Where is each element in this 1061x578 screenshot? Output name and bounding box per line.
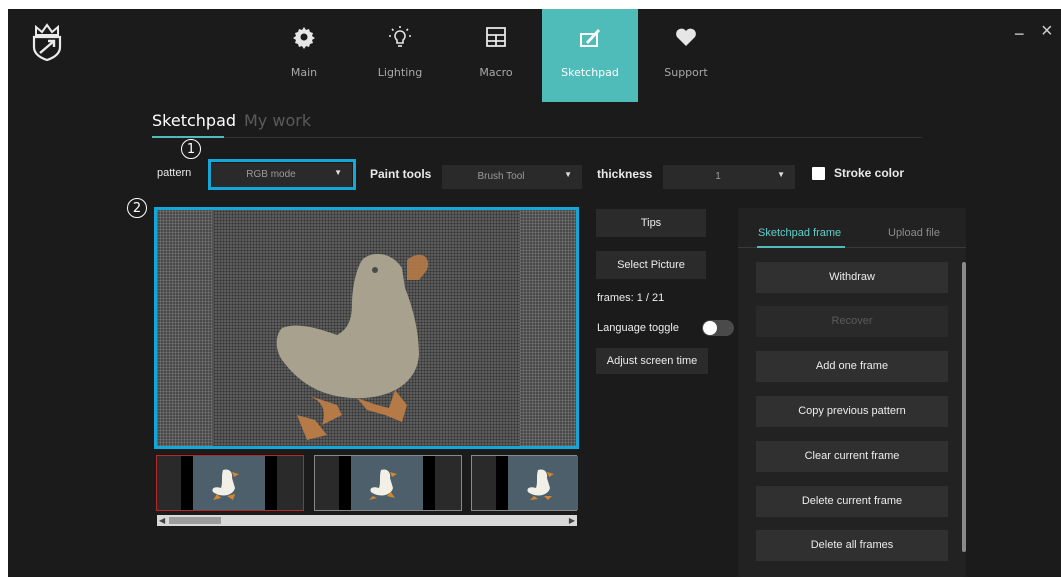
chevron-down-icon: ▼	[334, 168, 342, 177]
lightbulb-icon	[389, 26, 411, 47]
recover-button[interactable]: Recover	[756, 306, 948, 337]
thumbnail-scrollbar[interactable]: ◀ ▶	[157, 515, 577, 526]
stroke-color-label: Stroke color	[834, 166, 905, 180]
tab-my-work[interactable]: My work	[244, 111, 311, 130]
nav-lighting[interactable]: Lighting	[352, 9, 448, 102]
scroll-right-icon[interactable]: ▶	[569, 515, 575, 526]
scroll-left-icon[interactable]: ◀	[159, 515, 165, 526]
nav-support[interactable]: Support	[638, 9, 734, 102]
close-button[interactable]: ×	[1041, 21, 1055, 41]
nav-lighting-label: Lighting	[377, 66, 423, 79]
adjust-screen-time-button[interactable]: Adjust screen time	[596, 348, 708, 374]
nav-sketchpad[interactable]: Sketchpad	[542, 9, 638, 102]
withdraw-button[interactable]: Withdraw	[756, 262, 948, 293]
heart-icon	[676, 28, 696, 46]
tab-upload-file[interactable]: Upload file	[888, 227, 940, 239]
grid-icon	[486, 27, 506, 47]
scrollbar-thumb[interactable]	[169, 517, 221, 524]
tab-sketchpad-frame[interactable]: Sketchpad frame	[758, 227, 841, 239]
pattern-select-value: RGB mode	[246, 169, 296, 180]
nav-main[interactable]: Main	[256, 9, 352, 102]
language-toggle-label: Language toggle	[597, 322, 679, 334]
pattern-select[interactable]: RGB mode ▼	[212, 163, 352, 187]
pattern-label: pattern	[157, 167, 192, 179]
toggle-knob	[703, 321, 717, 335]
nav-sketchpad-label: Sketchpad	[561, 66, 619, 79]
sketch-icon	[580, 29, 600, 47]
gear-icon	[293, 27, 315, 49]
annotation-marker-2: 2	[127, 198, 147, 218]
sketch-canvas[interactable]	[154, 207, 579, 449]
stroke-color-checkbox[interactable]	[812, 167, 825, 180]
paint-tools-label: Paint tools	[370, 167, 432, 181]
nav-support-label: Support	[664, 66, 708, 79]
frame-thumbnail-2[interactable]	[314, 455, 462, 511]
brand-logo-icon	[32, 23, 62, 61]
language-toggle-switch[interactable]	[702, 320, 734, 336]
tips-button[interactable]: Tips	[596, 209, 706, 237]
tab-sketchpad[interactable]: Sketchpad	[152, 111, 236, 130]
subtab-active-underline	[152, 136, 224, 138]
frame-panel: Sketchpad frame Upload file Withdraw Rec…	[738, 208, 966, 577]
chevron-down-icon: ▼	[777, 170, 785, 179]
add-one-frame-button[interactable]: Add one frame	[756, 351, 948, 382]
delete-current-frame-button[interactable]: Delete current frame	[756, 486, 948, 517]
nav-macro[interactable]: Macro	[448, 9, 544, 102]
frames-counter: frames: 1 / 21	[597, 292, 665, 304]
annotation-marker-1: 1	[181, 139, 201, 159]
thickness-value: 1	[715, 171, 721, 182]
clear-current-frame-button[interactable]: Clear current frame	[756, 441, 948, 472]
paint-tools-value: Brush Tool	[477, 171, 525, 182]
panel-tab-underline	[757, 246, 845, 248]
delete-all-frames-button[interactable]: Delete all frames	[756, 530, 948, 561]
copy-previous-pattern-button[interactable]: Copy previous pattern	[756, 396, 948, 427]
chevron-down-icon: ▼	[564, 170, 572, 179]
thickness-select[interactable]: 1 ▼	[663, 165, 795, 189]
app-window: Main Lighting Macro Sketchpad Support − …	[8, 9, 1061, 577]
duck-drawing	[276, 253, 429, 440]
frame-thumbnail-3[interactable]	[471, 455, 578, 511]
minimize-button[interactable]: −	[1014, 25, 1026, 43]
nav-macro-label: Macro	[479, 66, 513, 79]
thickness-label: thickness	[597, 167, 653, 181]
frame-thumbnail-1[interactable]	[156, 455, 304, 511]
panel-scrollbar[interactable]	[962, 262, 966, 552]
paint-tools-select[interactable]: Brush Tool ▼	[442, 165, 582, 189]
subtab-divider	[152, 137, 922, 138]
select-picture-button[interactable]: Select Picture	[596, 251, 706, 279]
nav-main-label: Main	[290, 66, 318, 79]
